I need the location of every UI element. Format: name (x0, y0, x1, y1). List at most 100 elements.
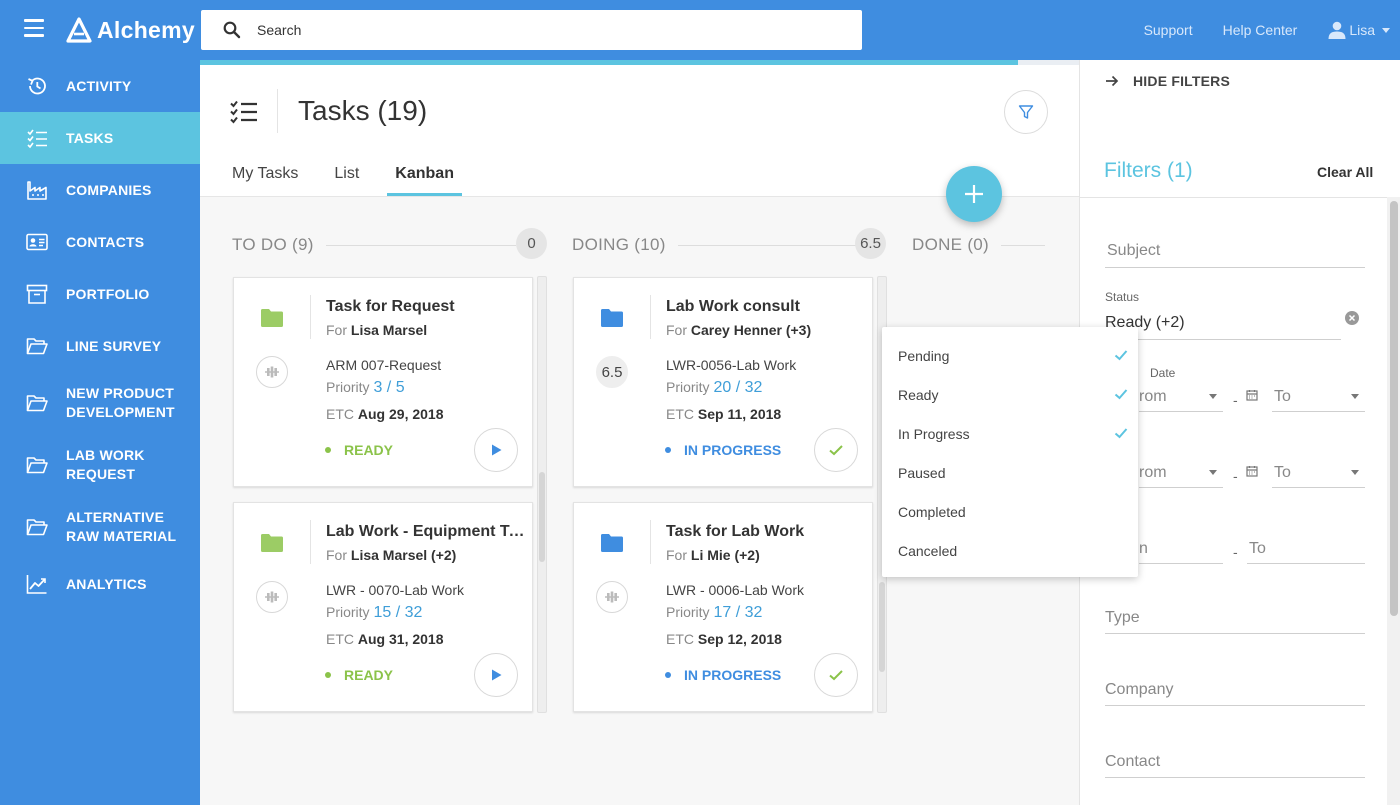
card-priority: Priority 20 / 32 (666, 379, 763, 396)
card-title[interactable]: Lab Work - Equipment Tabletop (326, 523, 526, 541)
date2-from-select[interactable]: rom (1139, 458, 1223, 488)
contact-placeholder: Contact (1105, 753, 1161, 770)
column-header-todo: TO DO (9) (232, 233, 548, 257)
view-tabs: My Tasks List Kanban (232, 165, 490, 196)
card-divider (310, 295, 311, 339)
user-menu[interactable]: Lisa (1327, 20, 1390, 40)
start-task-button[interactable] (474, 653, 518, 697)
equipment-icon (265, 591, 279, 603)
date2-to-select[interactable]: To (1272, 458, 1365, 488)
range3-from-placeholder: n (1139, 540, 1148, 557)
status-option-label: Canceled (898, 542, 958, 559)
contact-field[interactable]: Contact (1105, 744, 1365, 778)
scrollbar-thumb[interactable] (539, 472, 545, 562)
column-divider (1001, 244, 1046, 246)
check-icon (1114, 428, 1128, 439)
sidebar-item-label: LAB WORK REQUEST (66, 447, 145, 482)
status-option-in-progress[interactable]: In Progress (882, 414, 1138, 453)
column-count-badge: 0 (516, 228, 547, 259)
task-card[interactable]: Lab Work consult For Carey Henner (+3) 6… (573, 277, 873, 487)
app-logo[interactable]: Alchemy (66, 14, 195, 46)
status-option-label: Pending (898, 347, 950, 364)
card-title[interactable]: Task for Lab Work (666, 523, 866, 541)
calendar-icon[interactable] (1246, 465, 1258, 477)
search-bar[interactable]: Search (201, 10, 862, 50)
complete-task-button[interactable] (814, 653, 858, 697)
type-field[interactable]: Type (1105, 600, 1365, 634)
card-title[interactable]: Lab Work consult (666, 298, 866, 316)
range3-from-field[interactable]: n (1139, 534, 1223, 564)
sidebar-item-line-survey[interactable]: LINE SURVEY (0, 320, 200, 372)
status-option-pending[interactable]: Pending (882, 336, 1138, 375)
column-divider (677, 244, 858, 246)
subject-field[interactable]: Subject (1105, 232, 1365, 268)
sidebar-item-alternative-raw-material[interactable]: ALTERNATIVE RAW MATERIAL (0, 496, 200, 558)
card-title[interactable]: Task for Request (326, 298, 526, 316)
hide-filters-button[interactable]: HIDE FILTERS (1104, 73, 1230, 89)
sidebar-item-contacts[interactable]: CONTACTS (0, 216, 200, 268)
add-task-button[interactable] (946, 166, 1002, 222)
status-option-ready[interactable]: Ready (882, 375, 1138, 414)
scrollbar-thumb[interactable] (1390, 201, 1398, 616)
chevron-down-icon (1209, 470, 1217, 475)
sidebar-item-companies[interactable]: COMPANIES (0, 164, 200, 216)
status-option-canceled[interactable]: Canceled (882, 531, 1138, 570)
sidebar-item-portfolio[interactable]: PORTFOLIO (0, 268, 200, 320)
date-from-placeholder: rom (1139, 388, 1167, 405)
chevron-down-icon (1351, 394, 1359, 399)
status-select[interactable]: Status Ready (+2) (1105, 288, 1341, 340)
menu-icon[interactable] (24, 19, 44, 39)
column-title: DONE (0) (912, 235, 990, 254)
support-link[interactable]: Support (1144, 22, 1193, 38)
trending-up-icon (26, 575, 47, 594)
sidebar-item-analytics[interactable]: ANALYTICS (0, 558, 200, 610)
sidebar-item-new-product-development[interactable]: NEW PRODUCT DEVELOPMENT (0, 372, 200, 434)
help-center-link[interactable]: Help Center (1223, 22, 1298, 38)
card-reference: LWR-0056-Lab Work (666, 357, 797, 373)
column-header-done: DONE (0) (912, 233, 1048, 257)
task-card[interactable]: Lab Work - Equipment Tabletop For Lisa M… (233, 502, 533, 712)
scrollbar-thumb[interactable] (879, 582, 885, 672)
card-status: IN PROGRESS (665, 442, 781, 458)
check-icon (829, 445, 843, 456)
task-card[interactable]: Task for Lab Work For Li Mie (+2) LWR - … (573, 502, 873, 712)
tab-my-tasks[interactable]: My Tasks (232, 165, 298, 196)
search-icon (223, 21, 241, 39)
task-card[interactable]: Task for Request For Lisa Marsel ARM 007… (233, 277, 533, 487)
company-field[interactable]: Company (1105, 672, 1365, 706)
complete-task-button[interactable] (814, 428, 858, 472)
range-dash: - (1233, 544, 1238, 560)
status-dot (325, 447, 331, 453)
top-right-links: Support Help Center Lisa (1144, 0, 1390, 60)
filters-scrollbar[interactable] (1387, 197, 1400, 805)
sidebar-item-lab-work-request[interactable]: LAB WORK REQUEST (0, 434, 200, 496)
card-reference: ARM 007-Request (326, 357, 442, 373)
range3-to-placeholder: To (1249, 540, 1266, 557)
folder-open-icon (26, 338, 48, 355)
calendar-icon[interactable] (1246, 389, 1258, 401)
date-to-select[interactable]: To (1272, 382, 1365, 412)
status-option-paused[interactable]: Paused (882, 453, 1138, 492)
column-scrollbar[interactable] (537, 276, 547, 713)
search-input[interactable]: Search (257, 22, 301, 38)
card-status: READY (325, 442, 393, 458)
check-icon (1114, 389, 1128, 400)
sidebar-item-label: ACTIVITY (66, 77, 132, 94)
range3-to-field[interactable]: To (1247, 534, 1365, 564)
tab-list[interactable]: List (334, 165, 359, 196)
status-option-completed[interactable]: Completed (882, 492, 1138, 531)
sidebar-item-label: NEW PRODUCT DEVELOPMENT (66, 385, 175, 420)
start-task-button[interactable] (474, 428, 518, 472)
sidebar-item-label: LINE SURVEY (66, 337, 162, 354)
clear-all-button[interactable]: Clear All (1317, 164, 1373, 180)
date-from-select[interactable]: rom (1139, 382, 1223, 412)
sidebar-item-tasks[interactable]: TASKS (0, 112, 200, 164)
tab-kanban[interactable]: Kanban (387, 165, 462, 196)
card-divider (310, 520, 311, 564)
card-priority: Priority 17 / 32 (666, 604, 763, 621)
clear-status-icon[interactable] (1345, 311, 1359, 325)
sidebar-item-activity[interactable]: ACTIVITY (0, 60, 200, 112)
play-icon (492, 444, 502, 456)
range-dash: - (1233, 468, 1238, 484)
filter-button[interactable] (1004, 90, 1048, 134)
